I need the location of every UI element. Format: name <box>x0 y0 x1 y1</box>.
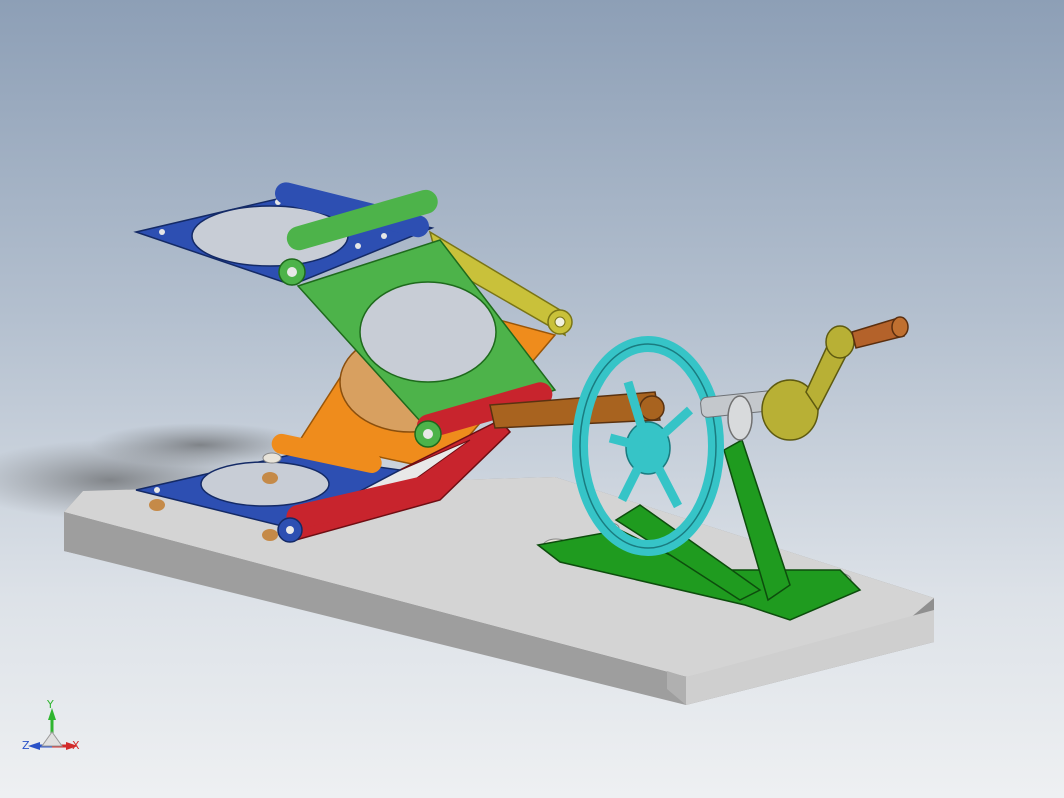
orientation-triad[interactable]: Y Z X <box>18 698 88 764</box>
graphics-viewport[interactable]: Y Z X <box>0 0 1064 798</box>
x-axis-label: X <box>72 739 80 752</box>
z-axis-label: Z <box>22 739 30 752</box>
crank-handle[interactable] <box>761 325 855 441</box>
crank-knob[interactable] <box>851 316 909 349</box>
assembly-model[interactable] <box>0 0 1064 798</box>
y-axis-label: Y <box>47 698 54 711</box>
